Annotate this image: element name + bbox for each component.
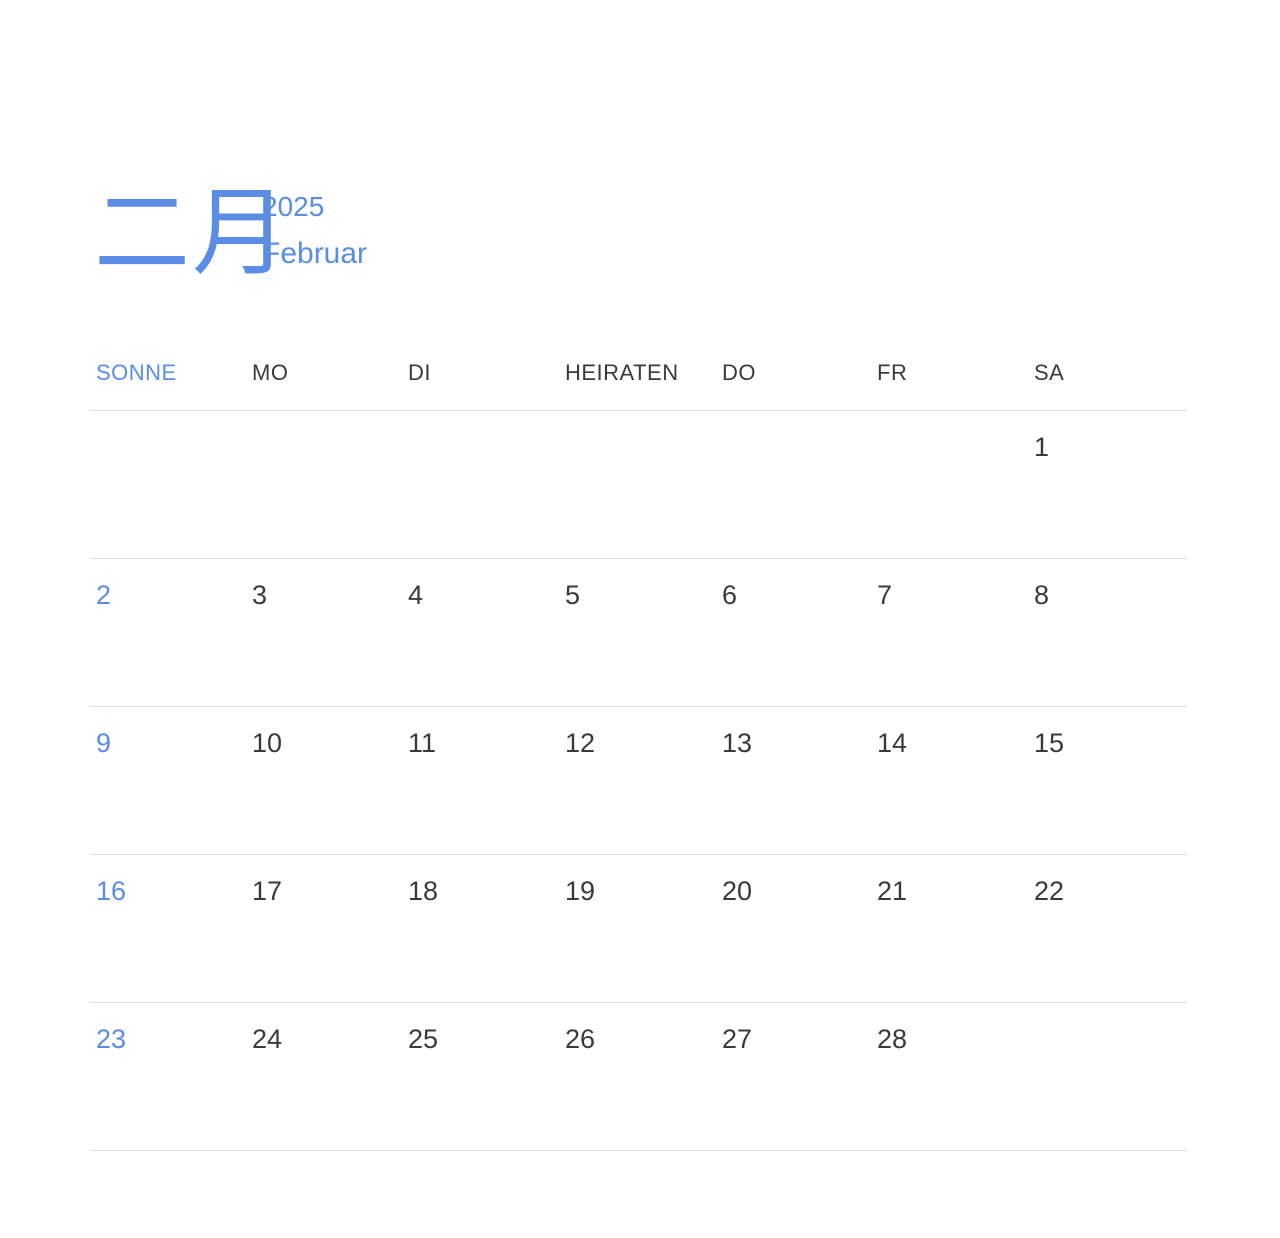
day-cell: 20 bbox=[722, 876, 753, 906]
weekday-thursday: DO bbox=[722, 360, 756, 385]
day-cell: 9 bbox=[96, 728, 112, 758]
day-cell: 25 bbox=[408, 1024, 439, 1054]
calendar-grid: SONNE MO DI HEIRATEN DO FR SA 1 2 3 4 5 … bbox=[90, 340, 1187, 1151]
day-cell bbox=[559, 411, 716, 558]
weekday-friday: FR bbox=[877, 360, 908, 385]
day-cell: 15 bbox=[1034, 728, 1065, 758]
day-cell bbox=[246, 411, 402, 558]
week-row: 9 10 11 12 13 14 15 bbox=[90, 707, 1187, 855]
day-cell: 28 bbox=[877, 1024, 908, 1054]
day-cell: 21 bbox=[877, 876, 908, 906]
day-cell: 14 bbox=[877, 728, 908, 758]
day-cell: 27 bbox=[722, 1024, 753, 1054]
week-row: 16 17 18 19 20 21 22 bbox=[90, 855, 1187, 1003]
week-row: 23 24 25 26 27 28 bbox=[90, 1003, 1187, 1151]
weekday-monday: MO bbox=[252, 360, 289, 385]
day-cell: 11 bbox=[408, 728, 437, 758]
weekday-tuesday: DI bbox=[408, 360, 431, 385]
week-row: 1 bbox=[90, 411, 1187, 559]
day-cell: 6 bbox=[722, 580, 738, 610]
day-cell: 24 bbox=[252, 1024, 283, 1054]
day-cell: 13 bbox=[722, 728, 753, 758]
day-cell: 4 bbox=[408, 580, 424, 610]
day-cell: 26 bbox=[565, 1024, 596, 1054]
day-cell: 5 bbox=[565, 580, 581, 610]
day-cell: 19 bbox=[565, 876, 596, 906]
calendar-header: 二月 2025 Februar bbox=[94, 178, 494, 298]
day-cell: 3 bbox=[252, 580, 268, 610]
weekday-wednesday: HEIRATEN bbox=[565, 360, 679, 385]
day-cell: 17 bbox=[252, 876, 283, 906]
day-cell: 18 bbox=[408, 876, 439, 906]
year-label: 2025 bbox=[262, 191, 325, 222]
week-row: 2 3 4 5 6 7 8 bbox=[90, 559, 1187, 707]
day-cell: 2 bbox=[96, 580, 112, 610]
month-title-cjk: 二月 bbox=[94, 177, 290, 289]
weekday-saturday: SA bbox=[1034, 360, 1065, 385]
day-cell: 1 bbox=[1034, 432, 1050, 462]
day-cell bbox=[90, 411, 246, 558]
day-cell bbox=[1028, 1003, 1187, 1150]
day-cell: 16 bbox=[96, 876, 127, 906]
weekday-sunday: SONNE bbox=[96, 360, 177, 385]
day-cell bbox=[716, 411, 871, 558]
day-cell: 10 bbox=[252, 728, 283, 758]
day-cell: 22 bbox=[1034, 876, 1065, 906]
day-cell bbox=[871, 411, 1028, 558]
day-cell: 12 bbox=[565, 728, 596, 758]
weekday-header-row: SONNE MO DI HEIRATEN DO FR SA bbox=[90, 340, 1187, 411]
day-cell: 8 bbox=[1034, 580, 1050, 610]
day-cell bbox=[402, 411, 559, 558]
day-cell: 23 bbox=[96, 1024, 127, 1054]
month-name-label: Februar bbox=[262, 237, 368, 270]
day-cell: 7 bbox=[877, 580, 893, 610]
